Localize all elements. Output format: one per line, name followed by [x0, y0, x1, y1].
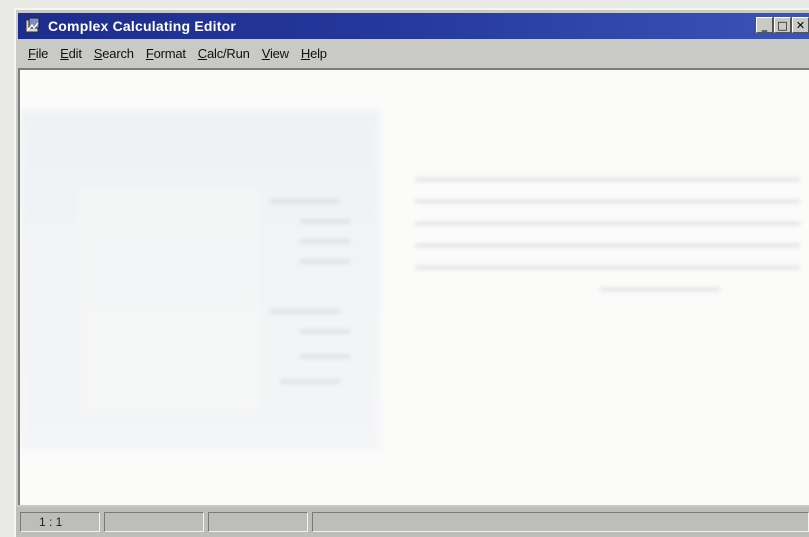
app-window: Complex Calculating Editor _ □ ✕ File Ed…	[14, 8, 809, 537]
status-bar: 1 : 1	[16, 507, 809, 537]
app-icon[interactable]	[24, 17, 42, 35]
menu-edit[interactable]: Edit	[54, 46, 88, 61]
menu-edit-label: dit	[68, 45, 82, 61]
ghost-line	[280, 380, 340, 383]
ghost-line	[300, 220, 350, 223]
ghost-line	[270, 310, 340, 313]
ghost-line	[300, 240, 350, 243]
ghost-line	[300, 355, 350, 358]
menu-format-label: ormat	[153, 45, 186, 61]
ghost-line	[270, 200, 340, 203]
menu-help[interactable]: Help	[295, 46, 333, 61]
status-cell-3	[208, 512, 308, 532]
ghost-line	[415, 178, 800, 181]
ghost-line	[300, 330, 350, 333]
ghost-line	[415, 200, 800, 203]
close-button[interactable]: ✕	[792, 17, 809, 33]
menu-view[interactable]: View	[256, 46, 295, 61]
menu-file-accel: F	[28, 45, 36, 61]
menu-view-label: iew	[269, 45, 289, 61]
background-ghost-inner	[80, 190, 260, 410]
status-cursor-position: 1 : 1	[20, 512, 100, 532]
title-bar[interactable]: Complex Calculating Editor _ □ ✕	[18, 13, 809, 39]
status-cell-2	[104, 512, 204, 532]
ghost-line	[415, 222, 800, 225]
window-controls: _ □ ✕	[756, 17, 809, 33]
menu-edit-accel: E	[60, 45, 69, 61]
maximize-button[interactable]: □	[774, 17, 791, 33]
menu-file[interactable]: File	[22, 46, 54, 61]
window-title: Complex Calculating Editor	[48, 18, 236, 34]
menu-calcrun-label: alc/Run	[207, 45, 250, 61]
menu-search-label: earch	[102, 45, 134, 61]
menu-calcrun[interactable]: Calc/Run	[192, 46, 256, 61]
editor-area[interactable]	[18, 68, 809, 505]
menu-help-label: elp	[310, 45, 327, 61]
minimize-button[interactable]: _	[756, 17, 773, 33]
ghost-line	[600, 288, 720, 291]
menu-calcrun-accel: C	[197, 45, 207, 61]
menu-format-accel: F	[145, 45, 154, 61]
menu-view-accel: V	[261, 45, 270, 61]
ghost-line	[300, 260, 350, 263]
menu-help-accel: H	[300, 45, 311, 61]
menu-file-label: ile	[35, 45, 49, 61]
ghost-line	[415, 266, 800, 269]
menu-format[interactable]: Format	[140, 46, 192, 61]
ghost-line	[415, 244, 800, 247]
menu-search[interactable]: Search	[88, 46, 140, 61]
status-cell-4	[312, 512, 809, 532]
menu-search-accel: S	[93, 45, 103, 61]
menu-bar: File Edit Search Format Calc/Run View He…	[22, 43, 333, 63]
